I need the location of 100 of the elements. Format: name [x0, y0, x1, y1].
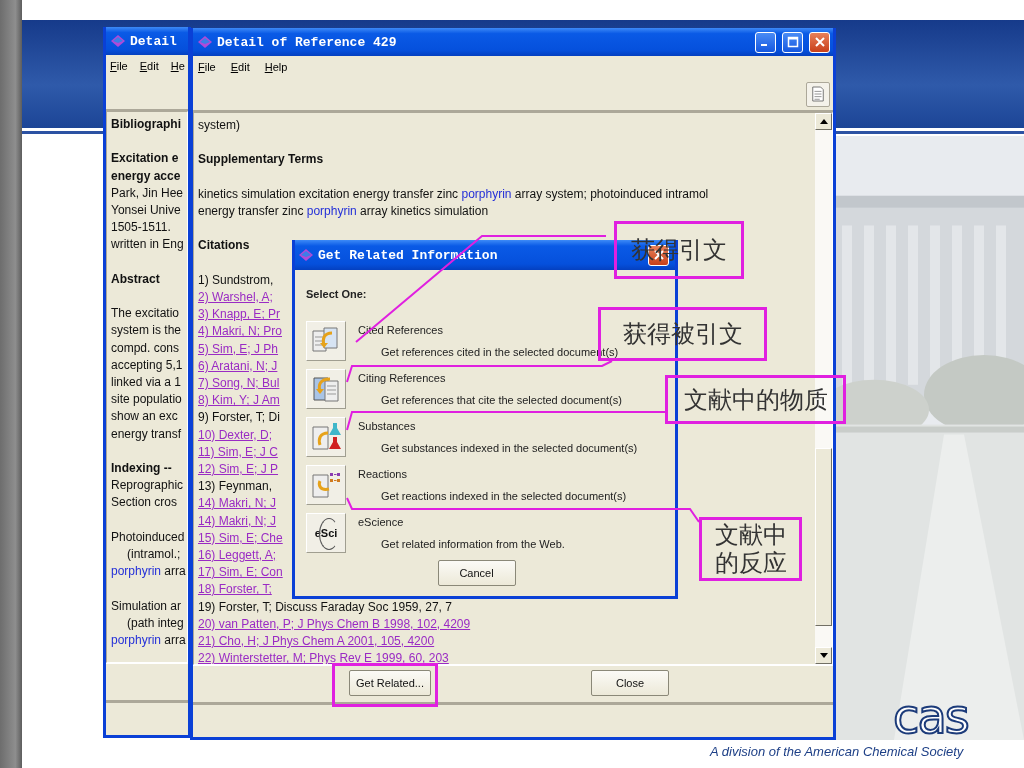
citation-link[interactable]: 8) Kim, Y; J Am	[198, 393, 280, 408]
cancel-button[interactable]: Cancel	[437, 560, 516, 586]
down-arrow-icon	[819, 653, 828, 658]
citation-link[interactable]: 20) van Patten, P; J Phys Chem B 1998, 102, 4209	[198, 616, 471, 631]
citation-link[interactable]: 16) Leggett, A;	[198, 548, 277, 562]
cas-logo: cas	[893, 690, 968, 742]
citation-link[interactable]: 10) Dexter, D;	[198, 427, 273, 442]
document-icon	[811, 86, 825, 102]
scroll-up-button[interactable]	[815, 113, 832, 130]
text-line: porphyrin arra	[111, 632, 186, 649]
section-heading: energy acce	[111, 167, 181, 185]
option-title: Reactions	[358, 468, 408, 482]
minimize-button[interactable]	[755, 31, 776, 53]
option-description: Get references that cite the selected document(s)	[380, 394, 622, 406]
text-line: show an exc	[111, 408, 178, 426]
option-description: Get related information from the Web.	[380, 538, 565, 550]
menu-item[interactable]: File	[110, 60, 128, 72]
minimize-icon	[760, 44, 767, 46]
section-heading: Bibliographi	[111, 116, 181, 133]
text-line: 9) Forster, T; Di	[198, 409, 280, 427]
option-button[interactable]	[306, 369, 346, 409]
section-heading: Excitation e	[111, 150, 179, 168]
close-icon	[813, 36, 826, 48]
citation-link[interactable]: 21) Cho, H; J Phys Chem A 2001, 105, 4200	[198, 634, 435, 649]
text-line: site populatio	[111, 391, 182, 409]
option-description: Get substances indexed in the selected document(s)	[380, 442, 638, 454]
text-line: kinetics simulation excitation energy transfer zinc porphyrin array system; photoinduced intramol	[198, 185, 709, 203]
term-link[interactable]: porphyrin	[306, 204, 357, 218]
text-line: Park, Jin Hee	[111, 184, 184, 202]
callout-label: 文献中的物质	[665, 375, 846, 424]
text-line: Section cros	[111, 494, 178, 512]
text-line: system)	[198, 117, 240, 134]
text-line: written in Eng	[111, 236, 184, 254]
section-heading: Citations	[198, 237, 250, 255]
citation-link[interactable]: 11) Sim, E; J C	[198, 444, 278, 459]
text-line: linked via a 1	[111, 374, 182, 391]
document-button[interactable]	[806, 81, 830, 107]
section-heading: Abstract	[111, 270, 160, 288]
app-icon	[298, 247, 314, 263]
citation-link[interactable]: 14) Makri, N; J	[198, 513, 276, 528]
citation-link[interactable]: 14) Makri, N; J	[198, 496, 276, 511]
option-title: Citing References	[358, 372, 447, 386]
option-title: eScience	[358, 516, 405, 530]
option-description: Get reactions indexed in the selected document(s)	[380, 490, 627, 502]
menu-item[interactable]: Help	[264, 61, 288, 73]
close-window-button[interactable]: Close	[591, 670, 669, 696]
term-link[interactable]: porphyrin	[461, 186, 512, 201]
text-line: 19) Forster, T; Discuss Faraday Soc 1959, 27, 7	[198, 598, 452, 616]
text-line: system is the	[111, 322, 182, 340]
text-line: Yonsei Unive	[111, 202, 181, 219]
term-link[interactable]: porphyrin	[111, 633, 162, 647]
window-title: Detail of Reference 429	[217, 34, 397, 50]
section-heading: Indexing --	[111, 460, 172, 477]
citation-link[interactable]: 12) Sim, E; J P	[198, 462, 279, 476]
window-title: Detail	[130, 33, 177, 49]
citation-link[interactable]: 15) Sim, E; Che	[198, 530, 283, 545]
text-line: (path integ	[126, 614, 184, 632]
citation-link[interactable]: 4) Makri, N; Pro	[198, 324, 282, 339]
text-line: energy transfer zinc porphyrin array kinetics simulation	[198, 203, 489, 220]
option-button[interactable]	[306, 321, 346, 361]
text-line: Reprographic	[111, 477, 184, 495]
scroll-down-button[interactable]	[815, 647, 832, 664]
text-line: 1505-1511.	[111, 219, 171, 237]
text-line: Photoinduced	[111, 528, 185, 546]
citation-link[interactable]: 17) Sim, E; Con	[198, 565, 283, 580]
citation-link[interactable]: 18) Forster, T;	[198, 582, 272, 597]
up-arrow-icon	[819, 119, 828, 124]
citation-link[interactable]: 22) Winterstetter, M; Phys Rev E 1999, 60, 203	[198, 651, 449, 664]
prompt-label: Select One:	[306, 288, 368, 302]
citation-link[interactable]: 5) Sim, E; J Ph	[198, 341, 279, 356]
text-line: compd. cons	[111, 339, 180, 357]
maximize-button[interactable]	[782, 31, 803, 53]
citation-link[interactable]: 7) Song, N; Bul	[198, 376, 280, 390]
menu-item[interactable]: Edit	[230, 61, 250, 73]
option-button[interactable]	[306, 417, 346, 457]
text-line: The excitatio	[111, 305, 180, 323]
footer-text: A division of the American Chemical Society	[710, 744, 964, 759]
callout-label: 文献中的反应	[699, 517, 802, 581]
citation-link[interactable]: 2) Warshel, A;	[198, 289, 273, 304]
citation-link[interactable]: 6) Aratani, N; J	[198, 358, 278, 373]
text-line: 13) Feynman,	[198, 478, 273, 496]
citation-link[interactable]: 3) Knapp, E; Pr	[198, 307, 281, 322]
app-icon	[110, 33, 126, 49]
document-flasks-icon	[310, 421, 342, 453]
menu-item[interactable]: File	[198, 61, 216, 73]
option-button[interactable]	[306, 465, 346, 505]
escience-button[interactable]: eSci	[306, 513, 346, 553]
section-heading: Supplementary Terms	[198, 151, 324, 169]
text-line: (intramol.;	[126, 546, 181, 563]
menu-item[interactable]: He	[170, 60, 185, 72]
menu-item[interactable]: Edit	[139, 60, 159, 72]
get-related-button[interactable]: Get Related...	[349, 670, 431, 696]
maximize-icon	[786, 36, 799, 48]
scroll-thumb[interactable]	[815, 448, 832, 626]
term-link[interactable]: porphyrin	[111, 564, 162, 579]
text-line: energy transf	[111, 425, 182, 443]
app-icon	[197, 34, 213, 50]
text-line: accepting 5,1	[111, 356, 183, 374]
option-title: Substances	[358, 420, 417, 434]
text-line: 1) Sundstrom,	[198, 271, 274, 289]
